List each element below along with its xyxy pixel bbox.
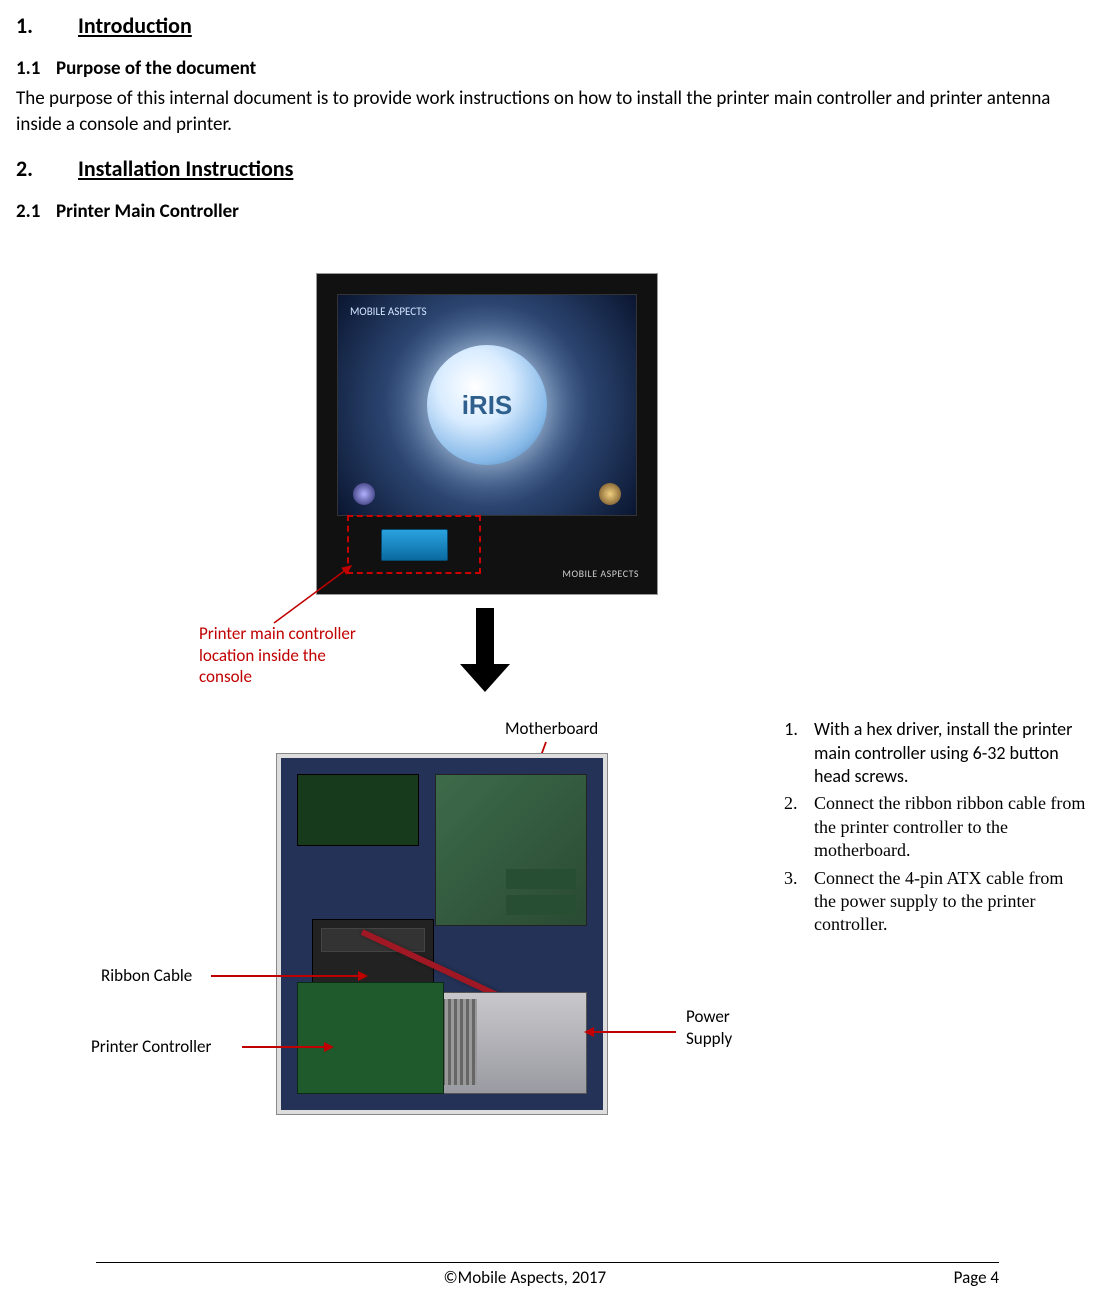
heading-number: 2. — [16, 155, 78, 182]
power-supply-component — [435, 992, 587, 1094]
heading-text: Installation Instructions — [78, 155, 293, 182]
footer-copyright: ©Mobile Aspects, 2017 — [96, 1267, 954, 1288]
printer-controller-button-icon — [381, 529, 448, 561]
heading-1-introduction: 1.Introduction — [16, 12, 1079, 39]
printer-controller-pcb — [297, 982, 444, 1094]
callout-printer-controller: Printer Controller — [91, 1036, 211, 1057]
heading-number: 1.1 — [16, 57, 56, 80]
callout-power-supply: Power Supply — [686, 1006, 766, 1049]
heading-text: Introduction — [78, 12, 192, 39]
callout-motherboard: Motherboard — [505, 718, 598, 739]
screen-icon-right — [599, 483, 621, 505]
callout-arrow — [211, 975, 366, 977]
heading-number: 1. — [16, 12, 78, 39]
step-item: Connect the ribbon ribbon cable from the… — [802, 792, 1086, 862]
heading-text: Purpose of the document — [56, 57, 256, 80]
step-item: Connect the 4-pin ATX cable from the pow… — [802, 867, 1086, 937]
down-arrow-icon — [476, 608, 494, 668]
footer-page-number: Page 4 — [954, 1267, 999, 1288]
console-image: MOBILE ASPECTS iRIS MOBILE ASPECTS — [316, 273, 658, 595]
callout-arrow — [586, 1031, 676, 1033]
heading-2-1-printer-main-controller: 2.1Printer Main Controller — [16, 200, 1079, 223]
iris-logo: iRIS — [427, 345, 547, 465]
heading-2-installation: 2.Installation Instructions — [16, 155, 1079, 182]
paragraph-purpose: The purpose of this internal document is… — [16, 86, 1079, 137]
page-footer: ©Mobile Aspects, 2017 Page 4 — [96, 1262, 999, 1288]
internal-board-image — [276, 753, 608, 1115]
callout-ribbon-cable: Ribbon Cable — [101, 965, 192, 986]
callout-arrow — [242, 1046, 332, 1048]
brand-text: MOBILE ASPECTS — [350, 305, 427, 318]
installation-steps: With a hex driver, install the printer m… — [776, 718, 1086, 941]
brand-bottom-right: MOBILE ASPECTS — [562, 567, 639, 580]
highlight-dashed-box — [347, 515, 481, 574]
callout-arrow — [266, 558, 361, 633]
step-item: With a hex driver, install the printer m… — [802, 718, 1086, 788]
board-component — [297, 774, 419, 846]
screen-icon-left — [353, 483, 375, 505]
heading-text: Printer Main Controller — [56, 200, 239, 223]
motherboard-component — [435, 774, 587, 926]
heading-number: 2.1 — [16, 200, 56, 223]
heading-1-1-purpose: 1.1Purpose of the document — [16, 57, 1079, 80]
figure-area: MOBILE ASPECTS iRIS MOBILE ASPECTS Print… — [16, 273, 1079, 1173]
console-screen: MOBILE ASPECTS iRIS — [337, 294, 637, 516]
